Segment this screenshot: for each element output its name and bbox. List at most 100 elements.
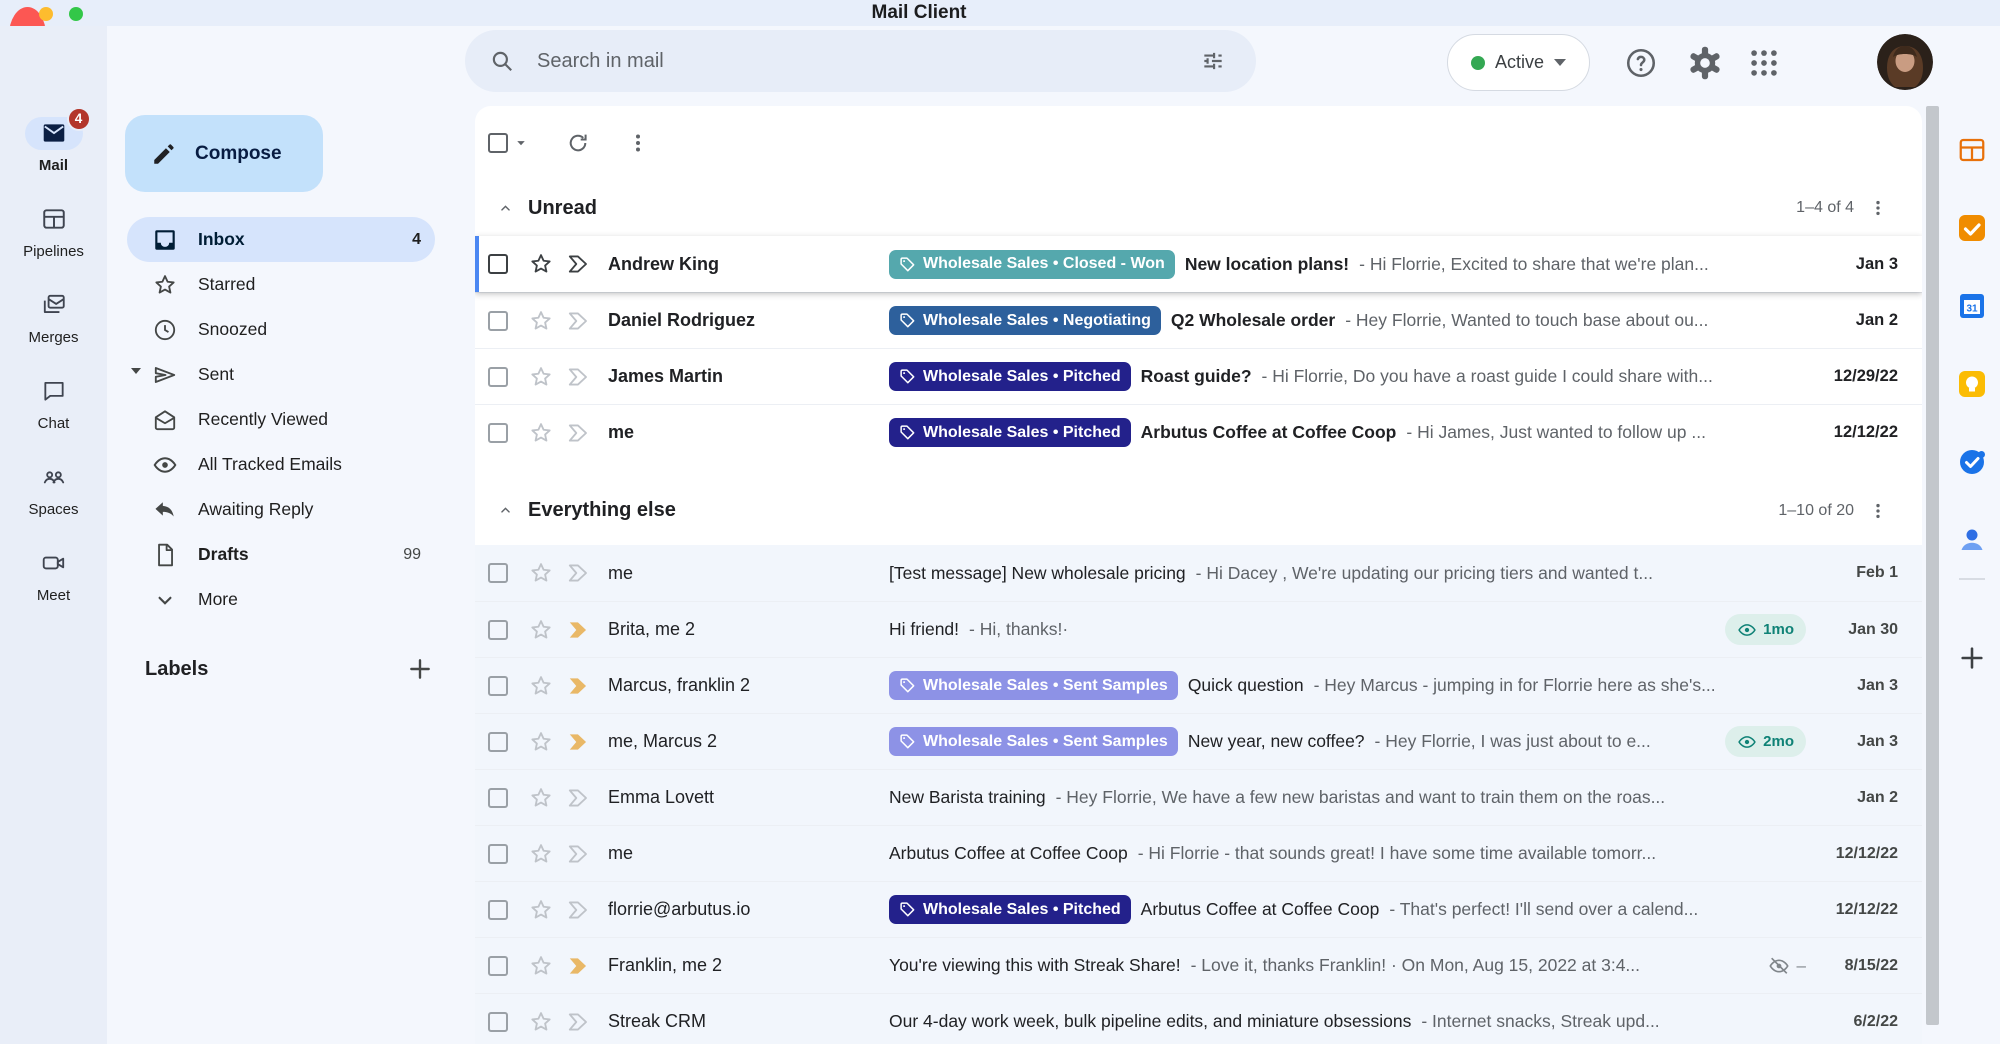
refresh-icon[interactable] [566,131,590,155]
pipeline-stage-chip[interactable]: Wholesale Sales • Closed - Won [889,250,1175,279]
keep-icon[interactable] [1957,369,1987,399]
email-row[interactable]: me [Test message] New wholesale pricing … [475,545,1922,601]
add-label-icon[interactable] [407,656,433,682]
tasks-icon[interactable] [1957,447,1987,477]
email-row[interactable]: florrie@arbutus.io Wholesale Sales • Pit… [475,881,1922,937]
rail-item-pipelines[interactable]: Pipelines [0,188,107,274]
email-row[interactable]: Marcus, franklin 2 Wholesale Sales • Sen… [475,657,1922,713]
help-icon[interactable] [1624,46,1658,80]
streak-pipeline-icon[interactable] [566,251,592,277]
streak-pipeline-icon[interactable] [566,1009,592,1035]
streak-pipeline-icon[interactable] [566,841,592,867]
star-icon[interactable] [528,251,554,277]
sidebar-item-sent[interactable]: Sent [127,352,435,397]
pipeline-stage-chip[interactable]: Wholesale Sales • Sent Samples [889,727,1178,756]
contacts-icon[interactable] [1957,525,1987,555]
email-row[interactable]: Brita, me 2 Hi friend! - Hi, thanks!· 1m… [475,601,1922,657]
select-all-checkbox[interactable] [488,133,508,153]
expand-caret-icon[interactable] [131,368,141,374]
pipeline-stage-chip[interactable]: Wholesale Sales • Negotiating [889,306,1161,335]
calendar-icon[interactable]: 31 [1957,291,1987,321]
star-icon[interactable] [528,785,554,811]
avatar[interactable] [1877,34,1933,90]
sidebar-item-snoozed[interactable]: Snoozed [127,307,435,352]
section-menu-icon[interactable] [1868,501,1888,521]
star-icon[interactable] [528,841,554,867]
row-checkbox[interactable] [488,367,508,387]
rail-item-spaces[interactable]: Spaces [0,446,107,532]
get-add-ons-icon[interactable] [1958,644,1986,672]
streak-pipeline-icon[interactable] [566,617,592,643]
minimize-window-button[interactable] [39,7,53,21]
star-icon[interactable] [528,729,554,755]
sidebar-item-drafts[interactable]: Drafts 99 [127,532,435,577]
pipeline-stage-chip[interactable]: Wholesale Sales • Pitched [889,895,1131,924]
sidebar-item-more[interactable]: More [127,577,435,622]
rail-item-merges[interactable]: Merges [0,274,107,360]
section-menu-icon[interactable] [1868,198,1888,218]
star-icon[interactable] [528,560,554,586]
more-options-icon[interactable] [626,131,650,155]
streak-pipeline-icon[interactable] [566,308,592,334]
streak-pipeline-icon[interactable] [566,420,592,446]
search-filters-icon[interactable] [1200,48,1226,74]
collapse-section-icon[interactable] [497,502,514,519]
sidebar-item-awaiting-reply[interactable]: Awaiting Reply [127,487,435,532]
email-row[interactable]: Andrew King Wholesale Sales • Closed - W… [475,236,1922,292]
email-row[interactable]: James Martin Wholesale Sales • Pitched R… [475,348,1922,404]
row-checkbox[interactable] [488,254,508,274]
streak-pipeline-icon[interactable] [566,897,592,923]
row-checkbox[interactable] [488,956,508,976]
row-checkbox[interactable] [488,676,508,696]
row-checkbox[interactable] [488,732,508,752]
row-checkbox[interactable] [488,620,508,640]
star-icon[interactable] [528,673,554,699]
star-icon[interactable] [528,897,554,923]
email-row[interactable]: Emma Lovett New Barista training - Hey F… [475,769,1922,825]
rail-item-chat[interactable]: Chat [0,360,107,446]
pipeline-stage-chip[interactable]: Wholesale Sales • Pitched [889,362,1131,391]
streak-status-dropdown[interactable]: Active [1447,34,1590,91]
row-checkbox[interactable] [488,844,508,864]
streak-pipeline-icon[interactable] [566,364,592,390]
streak-pipeline-icon[interactable] [566,560,592,586]
streak-pipeline-icon[interactable] [566,729,592,755]
star-icon[interactable] [528,1009,554,1035]
streak-pipeline-icon[interactable] [566,673,592,699]
rail-item-meet[interactable]: Meet [0,532,107,618]
email-row[interactable]: Daniel Rodriguez Wholesale Sales • Negot… [475,292,1922,348]
row-checkbox[interactable] [488,311,508,331]
star-icon[interactable] [528,308,554,334]
row-checkbox[interactable] [488,1012,508,1032]
streak-pipeline-icon[interactable] [566,785,592,811]
email-row[interactable]: me, Marcus 2 Wholesale Sales • Sent Samp… [475,713,1922,769]
star-icon[interactable] [528,617,554,643]
row-checkbox[interactable] [488,788,508,808]
pipeline-stage-chip[interactable]: Wholesale Sales • Pitched [889,418,1131,447]
email-row[interactable]: Streak CRM Our 4-day work week, bulk pip… [475,993,1922,1044]
streak-pipeline-icon[interactable] [566,953,592,979]
email-row[interactable]: Franklin, me 2 You're viewing this with … [475,937,1922,993]
sidebar-item-recently-viewed[interactable]: Recently Viewed [127,397,435,442]
select-dropdown-icon[interactable] [512,134,530,152]
sidebar-item-starred[interactable]: Starred [127,262,435,307]
collapse-section-icon[interactable] [497,200,514,217]
star-icon[interactable] [528,420,554,446]
sidebar-item-inbox[interactable]: Inbox 4 [127,217,435,262]
row-checkbox[interactable] [488,900,508,920]
google-apps-icon[interactable] [1747,46,1781,80]
search-input[interactable] [537,50,1178,73]
pipeline-stage-chip[interactable]: Wholesale Sales • Sent Samples [889,671,1178,700]
row-checkbox[interactable] [488,563,508,583]
streak-pipelines-icon[interactable] [1957,135,1987,165]
star-icon[interactable] [528,953,554,979]
settings-gear-icon[interactable] [1688,46,1722,80]
star-icon[interactable] [528,364,554,390]
streak-mail-icon[interactable] [1957,213,1987,243]
row-checkbox[interactable] [488,423,508,443]
email-row[interactable]: me Arbutus Coffee at Coffee Coop - Hi Fl… [475,825,1922,881]
sidebar-item-all-tracked-emails[interactable]: All Tracked Emails [127,442,435,487]
email-row[interactable]: me Wholesale Sales • Pitched Arbutus Cof… [475,404,1922,460]
zoom-window-button[interactable] [69,7,83,21]
compose-button[interactable]: Compose [125,115,323,192]
